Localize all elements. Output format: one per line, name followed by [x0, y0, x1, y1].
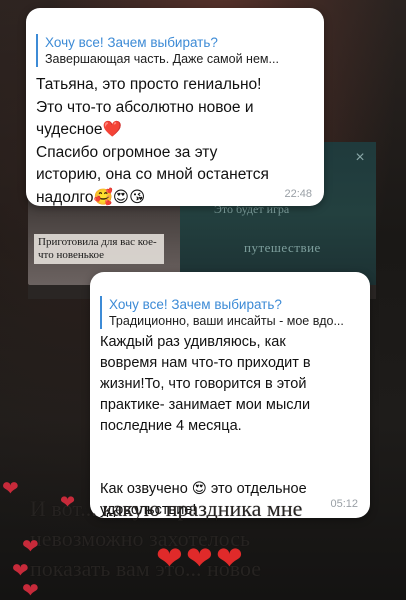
message-line: вовремя нам что-то приходит в — [100, 355, 311, 371]
message-text: Татьяна, это просто гениально! Это что-т… — [36, 74, 269, 209]
reply-text: Традиционно, ваши инсайты - мое вдо... — [109, 314, 344, 328]
heart-icon: ❤ — [186, 539, 213, 577]
message-line: практике- занимает мои мысли — [100, 397, 311, 413]
message-line: Каждый раз удивляюсь, как — [100, 334, 286, 350]
message-line: Татьяна, это просто гениально! — [36, 76, 262, 93]
reply-text: Завершающая часть. Даже самой нем... — [45, 52, 279, 66]
message-line: надолго🥰😍😘 — [36, 188, 146, 206]
heart-icon: ❤ — [12, 558, 29, 582]
message-bubble[interactable]: Хочу все! Зачем выбирать? Традиционно, в… — [90, 272, 370, 518]
story-caption-line: И вот... какую праздника мне — [30, 496, 303, 521]
message-line: жизни!То, что говорится в этой — [100, 376, 307, 392]
message-line — [100, 437, 311, 458]
close-icon: × — [355, 149, 365, 166]
reply-quote[interactable]: Хочу все! Зачем выбирать? Традиционно, в… — [100, 296, 362, 329]
message-line — [100, 458, 311, 479]
message-line: Спасибо огромное за эту — [36, 143, 218, 161]
message-time: 22:48 — [284, 188, 312, 200]
heart-icon: ❤ — [216, 539, 243, 577]
heart-icon: ❤ — [22, 534, 39, 558]
heart-icon: ❤ — [60, 492, 76, 513]
heart-icon: ❤ — [22, 578, 39, 600]
message-line: последние 4 месяца. — [100, 418, 242, 434]
message-line: историю, она со мной останется — [36, 166, 269, 183]
reply-quote[interactable]: Хочу все! Зачем выбирать? Завершающая ча… — [36, 34, 316, 67]
background-caption: Приготовила для вас кое-что новенькое — [34, 234, 164, 264]
message-line: чудесное❤️ — [36, 121, 122, 138]
heart-icon: ❤ — [2, 476, 19, 500]
message-line: Это что-то абсолютно новое и — [36, 98, 254, 116]
reply-title: Хочу все! Зачем выбирать? — [109, 297, 282, 312]
message-text: Каждый раз удивляюсь, как вовремя нам чт… — [100, 332, 311, 521]
message-bubble[interactable]: Хочу все! Зачем выбирать? Завершающая ча… — [26, 8, 324, 206]
heart-icon: ❤ — [156, 539, 183, 577]
reply-title: Хочу все! Зачем выбирать? — [45, 35, 218, 50]
background-text-journey: путешествие — [244, 240, 321, 255]
